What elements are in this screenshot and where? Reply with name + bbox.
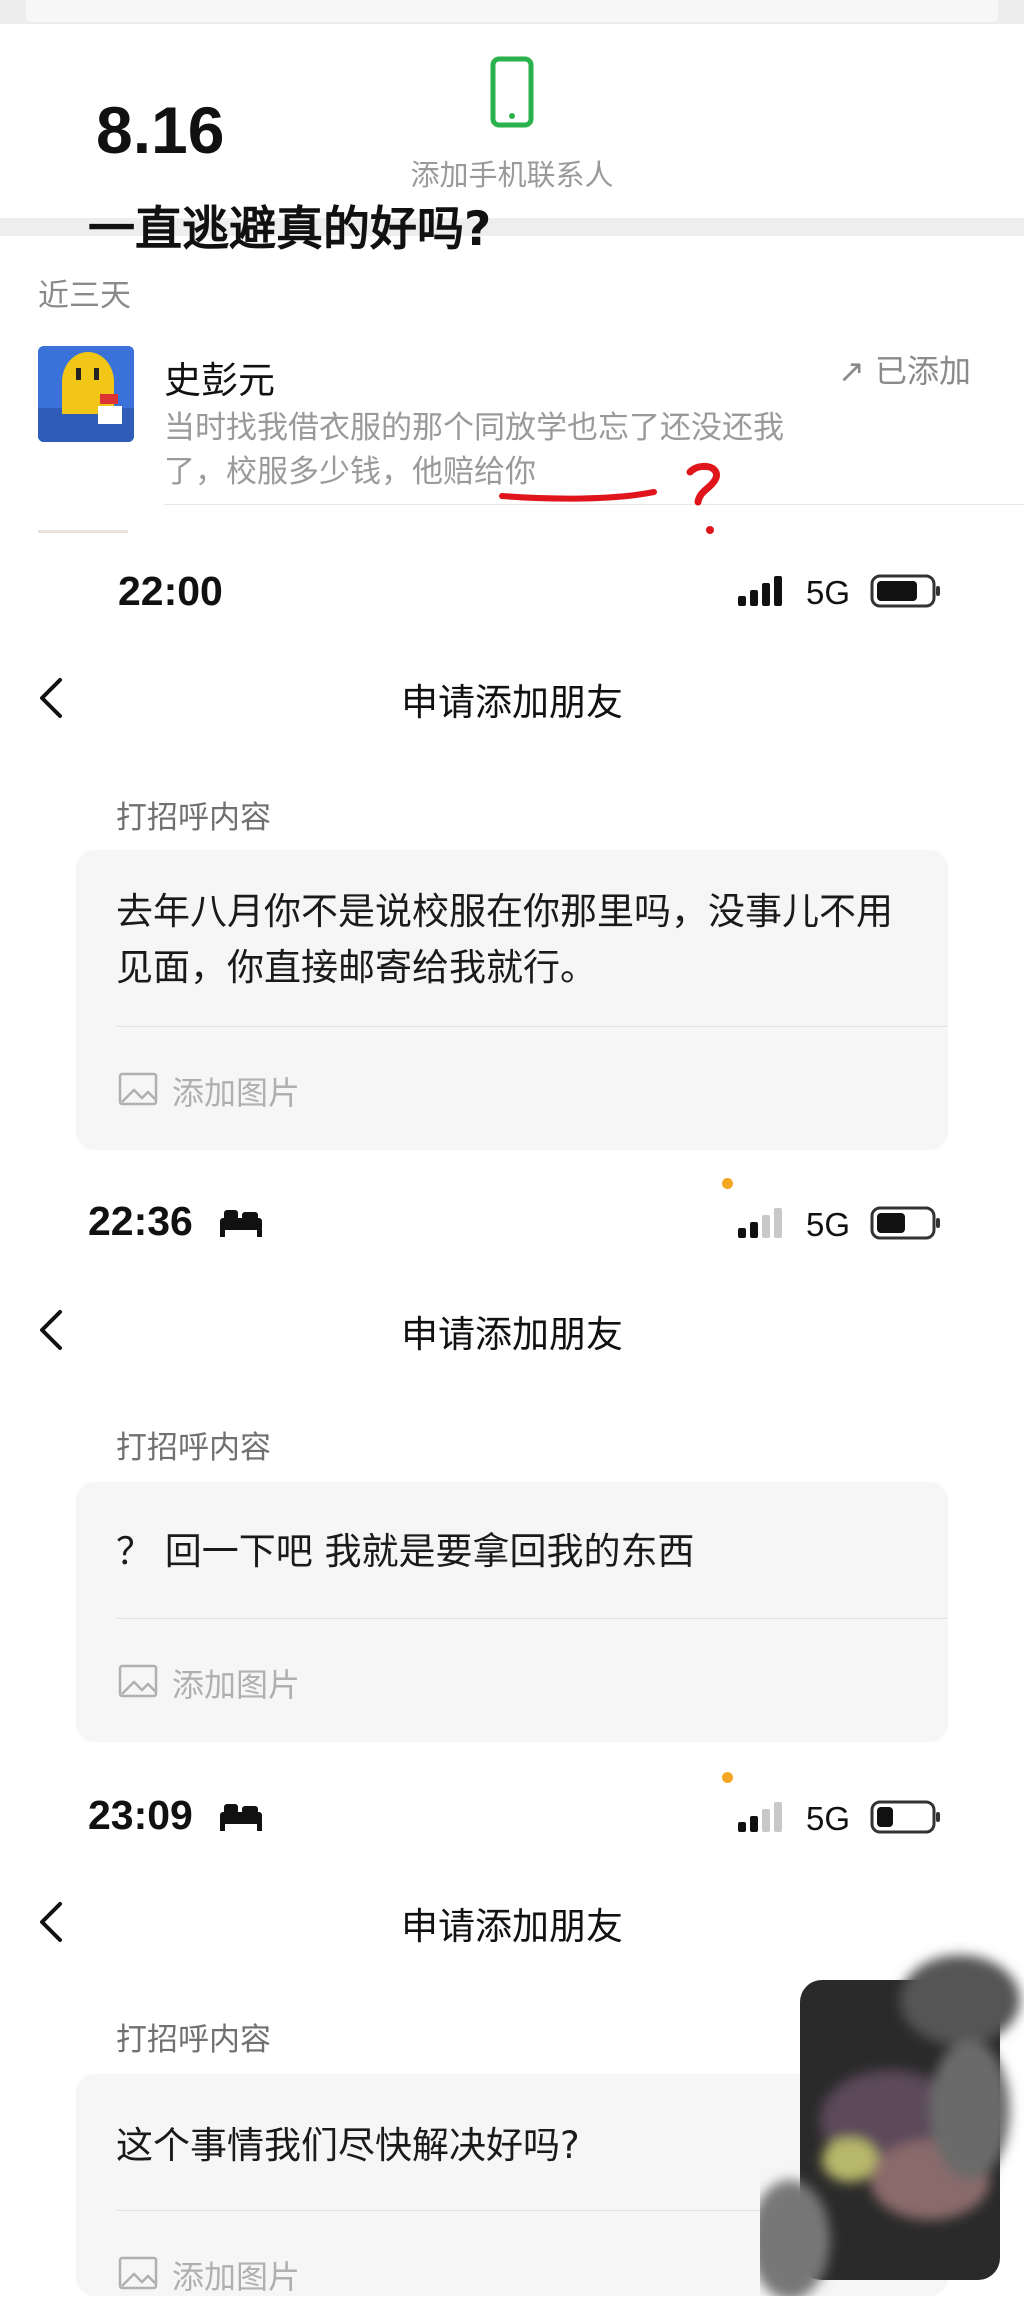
post-date: 8.16: [96, 93, 225, 167]
greeting-label: 打招呼内容: [116, 2022, 271, 2058]
back-arrow-icon[interactable]: [38, 1308, 64, 1352]
battery-icon: [870, 574, 940, 608]
add-image-button[interactable]: 添加图片: [172, 1068, 300, 1114]
phone-icon[interactable]: [490, 56, 534, 128]
greeting-label: 打招呼内容: [116, 1430, 271, 1466]
add-image-button[interactable]: 添加图片: [172, 1660, 300, 1706]
greeting-text[interactable]: 去年八月你不是说校服在你那里吗，没事儿不用见面，你直接邮寄给我就行。: [116, 884, 916, 996]
image-icon[interactable]: [118, 2256, 158, 2290]
privacy-indicator-dot: [722, 1772, 733, 1783]
status-time: 22:00: [118, 568, 223, 614]
redacted-scribble-overlay: [760, 1955, 1020, 2296]
signal-icon: [738, 1802, 782, 1832]
bed-icon: [220, 1804, 262, 1831]
signal-icon: [738, 576, 782, 606]
top-edge-strip-inner: [26, 0, 998, 22]
card-divider: [116, 1618, 948, 1619]
signal-icon: [738, 1208, 782, 1238]
back-arrow-icon[interactable]: [38, 1900, 64, 1944]
contact-name[interactable]: 史彭元: [164, 350, 275, 404]
bed-icon: [220, 1210, 262, 1237]
network-label: 5G: [806, 574, 851, 611]
red-annotation-mark: [499, 462, 720, 534]
add-image-button[interactable]: 添加图片: [172, 2252, 300, 2298]
network-label: 5G: [806, 1800, 851, 1837]
partial-next-row: [38, 530, 128, 533]
image-icon[interactable]: [118, 1664, 158, 1698]
added-status: ↗ 已添加: [838, 352, 971, 390]
avatar[interactable]: [38, 346, 134, 442]
page-title: 申请添加朋友: [401, 681, 623, 724]
battery-icon: [870, 1206, 940, 1240]
status-time: 22:36: [88, 1198, 193, 1244]
card-divider: [116, 1026, 948, 1027]
privacy-indicator-dot: [722, 1178, 733, 1189]
status-time: 23:09: [88, 1792, 193, 1838]
post-headline: 一直逃避真的好吗?: [88, 202, 492, 257]
network-label: 5G: [806, 1206, 851, 1243]
image-icon[interactable]: [118, 1072, 158, 1106]
avatar-image: [38, 346, 134, 442]
page-title: 申请添加朋友: [401, 1905, 623, 1948]
greeting-label: 打招呼内容: [116, 800, 271, 836]
greeting-text[interactable]: ？ 回一下吧 我就是要拿回我的东西: [116, 1524, 916, 1580]
battery-icon: [870, 1800, 940, 1834]
add-phone-contact-label[interactable]: 添加手机联系人: [380, 152, 644, 194]
page-title: 申请添加朋友: [401, 1313, 623, 1356]
back-arrow-icon[interactable]: [38, 676, 64, 720]
recent-section-label: 近三天: [38, 278, 131, 314]
